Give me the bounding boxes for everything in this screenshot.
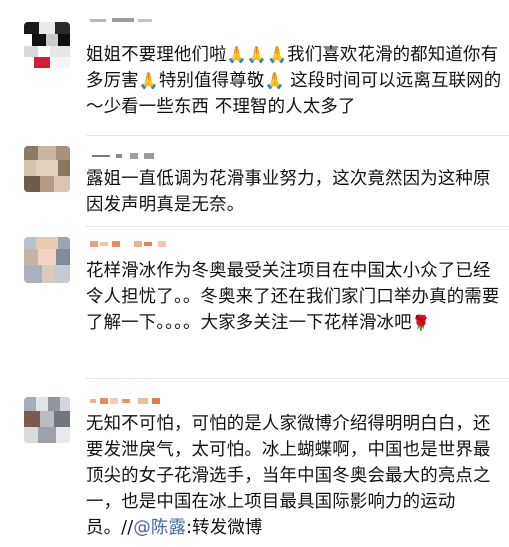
- username-redacted[interactable]: [86, 394, 196, 408]
- text-segment: 特别值得尊敬: [158, 71, 265, 91]
- username-redacted[interactable]: [86, 14, 196, 28]
- comment-list: 姐姐不要理他们啦🙏🙏🙏我们喜欢花滑的都知道你有多厉害🙏特别值得尊敬🙏 这段时间可…: [0, 0, 509, 547]
- comment-item[interactable]: 无知不可怕，可怕的是人家微博介绍得明明白白，还要发泄戾气，太可怕。冰上蝴蝶啊，中…: [0, 379, 509, 547]
- blurred-username-icon: [90, 398, 160, 404]
- pixelated-avatar-icon: [24, 237, 70, 283]
- comment-text: 露姐一直低调为花滑事业努力，这次竟然因为这种原因发声明真是无奈。: [86, 169, 491, 215]
- comment-text: 姐姐不要理他们啦🙏🙏🙏我们喜欢花滑的都知道你有多厉害🙏特别值得尊敬🙏 这段时间可…: [86, 42, 506, 120]
- avatar[interactable]: [24, 22, 70, 68]
- pray-emoji-icon: 🙏🙏🙏: [226, 45, 288, 64]
- text-segment: 姐姐不要理他们啦: [86, 45, 227, 65]
- blurred-username-icon: [92, 153, 154, 159]
- text-segment: :转发微博: [186, 518, 263, 538]
- avatar[interactable]: [24, 397, 70, 443]
- comment-item[interactable]: 露姐一直低调为花滑事业努力，这次竟然因为这种原因发声明真是无奈。: [0, 136, 509, 225]
- pixelated-avatar-icon: [24, 22, 70, 68]
- text-segment: 花样滑冰作为冬奥最受关注项目在中国太小众了已经令人担忧了。。冬奥来了还在我们家门…: [86, 261, 500, 333]
- rose-icon: 🌹: [411, 314, 431, 332]
- blurred-username-icon: [90, 241, 166, 247]
- pray-emoji-icon: 🙏: [138, 71, 159, 90]
- pixelated-avatar-icon: [24, 397, 70, 443]
- avatar[interactable]: [24, 237, 70, 283]
- comment-item[interactable]: 姐姐不要理他们啦🙏🙏🙏我们喜欢花滑的都知道你有多厉害🙏特别值得尊敬🙏 这段时间可…: [0, 0, 509, 135]
- pixelated-avatar-icon: [24, 146, 70, 192]
- blurred-username-icon: [90, 18, 152, 22]
- username-redacted[interactable]: [86, 237, 196, 251]
- comment-item[interactable]: 花样滑冰作为冬奥最受关注项目在中国太小众了已经令人担忧了。。冬奥来了还在我们家门…: [0, 227, 509, 377]
- pray-emoji-icon: 🙏: [264, 71, 285, 90]
- username-redacted[interactable]: [86, 149, 196, 163]
- comment-text: 花样滑冰作为冬奥最受关注项目在中国太小众了已经令人担忧了。。冬奥来了还在我们家门…: [86, 258, 506, 336]
- mention-link[interactable]: @陈露: [133, 518, 186, 538]
- avatar[interactable]: [24, 146, 70, 192]
- comment-text: 无知不可怕，可怕的是人家微博介绍得明明白白，还要发泄戾气，太可怕。冰上蝴蝶啊，中…: [86, 411, 506, 541]
